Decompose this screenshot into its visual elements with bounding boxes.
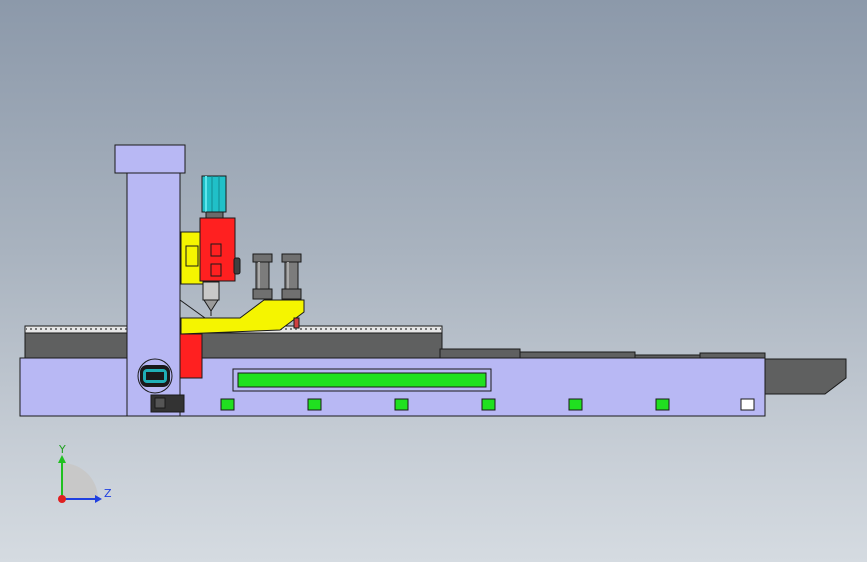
spindle-tool (202, 281, 220, 316)
white-led (740, 398, 755, 411)
green-led (655, 398, 670, 411)
green-led (568, 398, 583, 411)
column-cap (114, 144, 186, 174)
green-led (307, 398, 322, 411)
x-axis-dot (58, 495, 66, 503)
model-canvas[interactable]: Y Z (0, 0, 867, 562)
carriage-clamp (293, 317, 300, 329)
axis-triad: Y Z (58, 443, 112, 503)
spindle-head (199, 217, 241, 282)
tail-beam (764, 358, 847, 395)
bracket-window (185, 245, 199, 267)
red-slide-block (179, 333, 203, 379)
triad-quarter-disc (62, 463, 98, 499)
green-led (481, 398, 496, 411)
triad-y-label: Y (58, 443, 66, 456)
cad-viewport[interactable]: Y Z (0, 0, 867, 562)
column-port (137, 358, 173, 394)
status-display (232, 368, 492, 392)
triad-z-label: Z (104, 487, 112, 500)
green-led (220, 398, 235, 411)
pneumatic-cylinders (252, 253, 302, 300)
green-led (394, 398, 409, 411)
spindle-motor (201, 175, 227, 220)
